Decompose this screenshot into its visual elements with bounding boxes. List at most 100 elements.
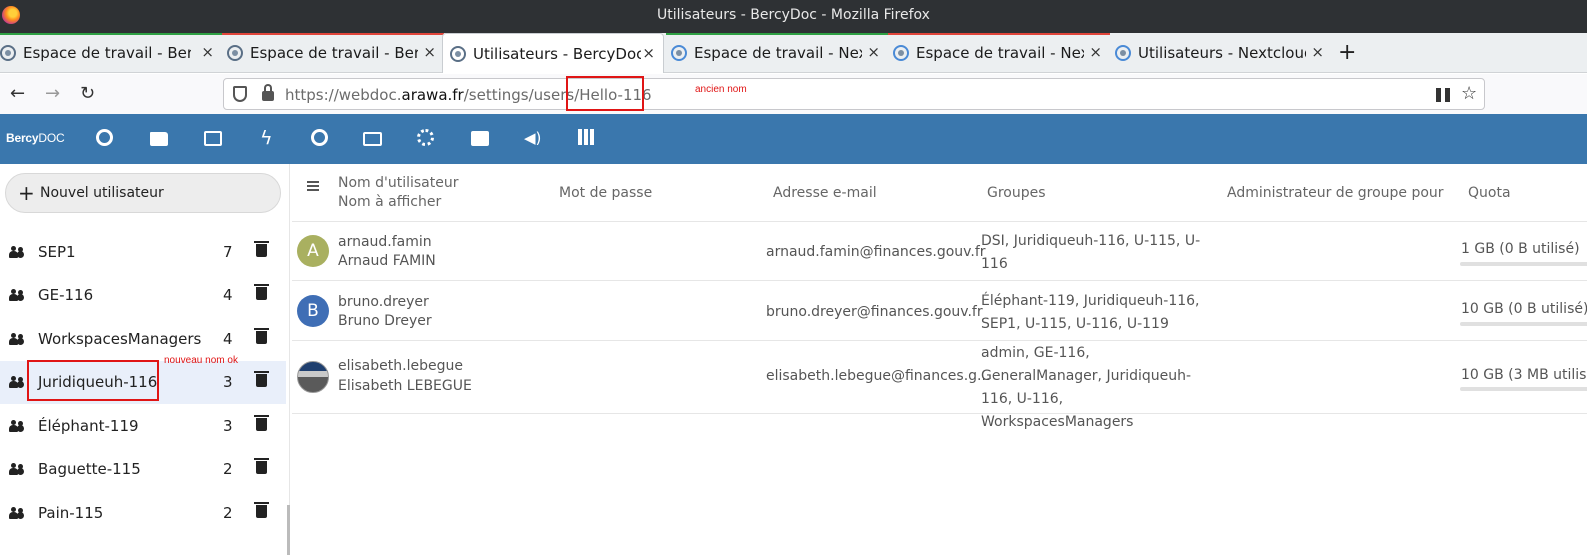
displayname: Elisabeth LEBEGUE (338, 378, 472, 394)
sidebar-scrollbar[interactable] (287, 505, 290, 555)
back-button[interactable]: ← (10, 83, 25, 104)
header-groups: Groupes (987, 185, 1046, 201)
group-name: WorkspacesManagers (38, 330, 202, 348)
group-count: 7 (223, 243, 233, 261)
close-tab-icon[interactable]: × (867, 43, 880, 61)
group-icon (9, 376, 25, 388)
annotation-old-name: ancien nom (695, 84, 747, 95)
annotation-box-new-name (27, 360, 159, 401)
tab-5[interactable]: Espace de travail - Nextcloud × (888, 33, 1110, 73)
window-titlebar: Utilisateurs - BercyDoc - Mozilla Firefo… (0, 0, 1587, 33)
tab-container-bar (0, 33, 222, 35)
group-icon (9, 246, 25, 258)
deck-icon[interactable] (471, 129, 491, 149)
new-tab-button[interactable]: + (1338, 40, 1356, 65)
displayname: Arnaud FAMIN (338, 253, 436, 269)
avatar[interactable]: A (297, 235, 329, 267)
tab-label: Espace de travail - BercyDoc (23, 44, 191, 62)
header-username[interactable]: Nom d'utilisateur (338, 175, 459, 191)
delete-group-icon[interactable] (254, 371, 269, 387)
search-icon[interactable] (311, 129, 331, 149)
bercydoc-logo[interactable]: BercyDOC (6, 131, 65, 145)
logo-brand: Bercy (6, 131, 39, 145)
tab-container-bar (888, 33, 1110, 35)
tab-label: Utilisateurs - Nextcloud (1138, 44, 1306, 62)
tab-1[interactable]: Espace de travail - BercyDoc × (0, 33, 222, 73)
group-count: 3 (223, 373, 233, 391)
close-tab-icon[interactable]: × (1089, 43, 1102, 61)
groups: DSI, Juridiqueuh-116, U-115, U-116 (981, 233, 1201, 272)
quota: 1 GB (0 B utilisé) (1461, 241, 1580, 257)
group-icon (9, 463, 25, 475)
url-path: /settings/users/ (463, 86, 580, 104)
dashboard-icon[interactable] (96, 129, 116, 149)
group-name: SEP1 (38, 243, 76, 261)
nextcloud-favicon-icon (671, 45, 687, 61)
tracking-protection-icon[interactable] (233, 86, 247, 102)
close-tab-icon[interactable]: × (201, 43, 214, 61)
header-displayname[interactable]: Nom à afficher (338, 194, 441, 210)
group-count: 3 (223, 417, 233, 435)
stats-icon[interactable] (578, 129, 598, 149)
nextcloud-favicon-icon (1115, 45, 1131, 61)
group-name: Pain-115 (38, 504, 104, 522)
close-tab-icon[interactable]: × (1311, 43, 1324, 61)
announcements-icon[interactable]: ◀) (524, 129, 544, 149)
header-password: Mot de passe (559, 185, 653, 201)
tab-6[interactable]: Utilisateurs - Nextcloud × (1110, 33, 1332, 73)
table-row[interactable]: elisabeth.lebegue Elisabeth LEBEGUE elis… (292, 342, 1587, 430)
group-item[interactable]: Baguette-115 2 (0, 448, 286, 491)
delete-group-icon[interactable] (254, 502, 269, 518)
forward-button[interactable]: → (45, 83, 60, 104)
delete-group-icon[interactable] (254, 241, 269, 257)
group-icon (9, 333, 25, 345)
delete-group-icon[interactable] (254, 284, 269, 300)
lock-icon[interactable] (262, 84, 274, 101)
mail-icon[interactable] (363, 129, 383, 149)
header-quota: Quota (1468, 185, 1511, 201)
table-header: Nom d'utilisateur Nom à afficher Mot de … (292, 164, 1587, 222)
files-icon[interactable] (150, 129, 170, 149)
url-prefix: https://webdoc. (285, 86, 402, 104)
activity-icon[interactable]: ϟ (260, 129, 280, 149)
delete-group-icon[interactable] (254, 415, 269, 431)
tab-label: Espace de travail - BercyDoc (250, 44, 418, 62)
url-host: arawa.fr (401, 86, 464, 104)
delete-group-icon[interactable] (254, 328, 269, 344)
close-tab-icon[interactable]: × (423, 43, 436, 61)
table-row[interactable]: A arnaud.famin Arnaud FAMIN arnaud.famin… (292, 222, 1587, 281)
sync-icon[interactable] (417, 129, 437, 149)
group-name: Baguette-115 (38, 460, 141, 478)
avatar[interactable]: B (297, 295, 329, 327)
avatar-photo[interactable] (297, 361, 329, 393)
annotation-box-old-name (566, 76, 644, 111)
group-item[interactable]: Éléphant-119 3 (0, 405, 286, 448)
group-name: GE-116 (38, 286, 94, 304)
group-icon (9, 420, 25, 432)
reload-button[interactable]: ↻ (80, 83, 95, 104)
username: elisabeth.lebegue (338, 358, 463, 374)
url-bar[interactable]: https://webdoc.arawa.fr/settings/users/H… (223, 78, 1485, 110)
tab-4[interactable]: Espace de travail - Nextcloud × (666, 33, 888, 73)
bookmark-star-icon[interactable]: ☆ (1461, 83, 1477, 104)
group-count: 2 (223, 504, 233, 522)
delete-group-icon[interactable] (254, 458, 269, 474)
tab-2[interactable]: Espace de travail - BercyDoc × (222, 33, 444, 73)
close-tab-icon[interactable]: × (642, 44, 655, 62)
group-item[interactable]: Pain-115 2 (0, 492, 286, 535)
table-row[interactable]: B bruno.dreyer Bruno Dreyer bruno.dreyer… (292, 282, 1587, 341)
qr-code-icon[interactable] (1436, 88, 1450, 102)
group-item[interactable]: SEP1 7 (0, 231, 286, 274)
group-item[interactable]: GE-116 4 (0, 274, 286, 317)
navigation-bar: ← → ↻ https://webdoc.arawa.fr/settings/u… (0, 74, 1587, 114)
tab-3-active[interactable]: Utilisateurs - BercyDoc × (442, 33, 664, 73)
quota-bar (1460, 262, 1587, 266)
quota: 10 GB (0 B utilisé) (1461, 301, 1587, 317)
group-item[interactable]: WorkspacesManagers 4 (0, 318, 286, 361)
group-icon (9, 507, 25, 519)
header-email: Adresse e-mail (773, 185, 877, 201)
new-user-button[interactable]: + Nouvel utilisateur (5, 173, 281, 213)
menu-icon[interactable] (307, 181, 319, 191)
groups: admin, GE-116, GeneralManager, Juridique… (981, 345, 1192, 430)
photos-icon[interactable] (204, 129, 224, 149)
